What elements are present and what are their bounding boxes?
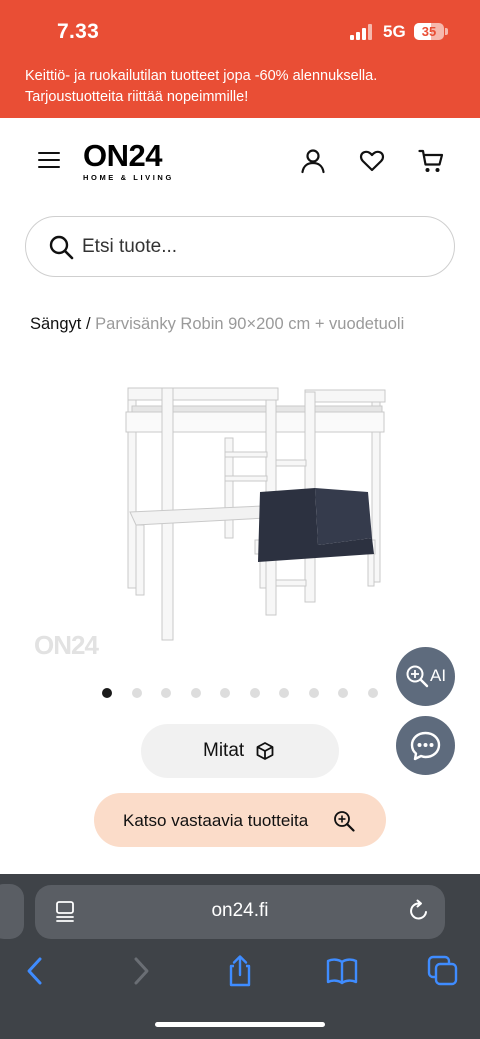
previous-tab-preview[interactable] — [0, 884, 24, 939]
ai-zoom-icon — [406, 665, 429, 688]
breadcrumb-category-link[interactable]: Sängyt — [30, 315, 81, 333]
carousel-dot[interactable] — [367, 688, 378, 698]
carousel-dot[interactable] — [102, 688, 112, 698]
promo-banner[interactable]: 7.33 5G 35 Keittiö- ja ruokailutilan tuo… — [0, 0, 480, 118]
similar-products-label: Katso vastaavia tuotteita — [123, 811, 309, 830]
status-time: 7.33 — [57, 20, 100, 43]
cart-icon[interactable] — [418, 148, 444, 174]
account-icon[interactable] — [300, 148, 326, 174]
battery-icon: 35 — [414, 23, 444, 40]
similar-products-button[interactable]: Katso vastaavia tuotteita — [94, 793, 386, 847]
share-icon[interactable] — [223, 954, 257, 988]
chat-bubble-icon — [410, 731, 441, 761]
logo-subtitle: HOME & LIVING — [83, 173, 174, 182]
breadcrumb-separator: / — [85, 315, 91, 333]
carousel-dot[interactable] — [338, 688, 348, 698]
battery-level: 35 — [421, 24, 437, 39]
search-input[interactable] — [82, 231, 422, 263]
carousel-dot[interactable] — [131, 688, 142, 698]
battery-tip — [445, 28, 448, 35]
back-icon[interactable] — [19, 954, 53, 988]
page: 7.33 5G 35 Keittiö- ja ruokailutilan tuo… — [0, 0, 480, 1039]
image-watermark: ON24 — [34, 630, 99, 660]
reload-icon[interactable] — [407, 899, 431, 923]
ai-search-button[interactable]: AI — [396, 647, 455, 706]
home-indicator[interactable] — [155, 1022, 325, 1027]
forward-icon[interactable] — [123, 954, 157, 988]
breadcrumb-current: Parvisänky Robin 90×200 cm + vuodetuoli — [95, 315, 405, 333]
network-label: 5G — [383, 22, 406, 41]
bookmarks-icon[interactable] — [325, 954, 359, 988]
carousel-dot[interactable] — [308, 688, 319, 698]
logo-main: ON24 — [83, 138, 162, 173]
signal-icon — [350, 24, 372, 40]
wishlist-heart-icon[interactable] — [359, 148, 385, 174]
product-image[interactable] — [110, 380, 400, 650]
chat-button[interactable] — [396, 716, 455, 775]
carousel-dot[interactable] — [220, 688, 230, 698]
breadcrumb: Sängyt / Parvisänky Robin 90×200 cm + vu… — [30, 315, 404, 334]
carousel-dot[interactable] — [249, 688, 260, 698]
zoom-plus-icon — [334, 811, 355, 832]
logo[interactable]: ON24 HOME & LIVING — [83, 140, 185, 184]
carousel-dot[interactable] — [161, 688, 171, 698]
tabs-icon[interactable] — [426, 954, 460, 988]
cube-icon — [256, 742, 274, 760]
dimensions-button[interactable]: Mitat — [141, 724, 339, 778]
address-bar[interactable]: on24.fi — [35, 885, 445, 939]
menu-icon[interactable] — [38, 152, 60, 170]
promo-text: Keittiö- ja ruokailutilan tuotteet jopa … — [25, 68, 378, 105]
browser-toolbar: on24.fi — [0, 874, 480, 1039]
ai-label: AI — [430, 666, 447, 685]
carousel-dot[interactable] — [279, 688, 289, 698]
url-text: on24.fi — [211, 900, 269, 921]
search-icon — [49, 235, 74, 260]
carousel-dot[interactable] — [190, 688, 201, 698]
dimensions-label: Mitat — [203, 740, 245, 761]
search-bar[interactable] — [25, 216, 455, 277]
